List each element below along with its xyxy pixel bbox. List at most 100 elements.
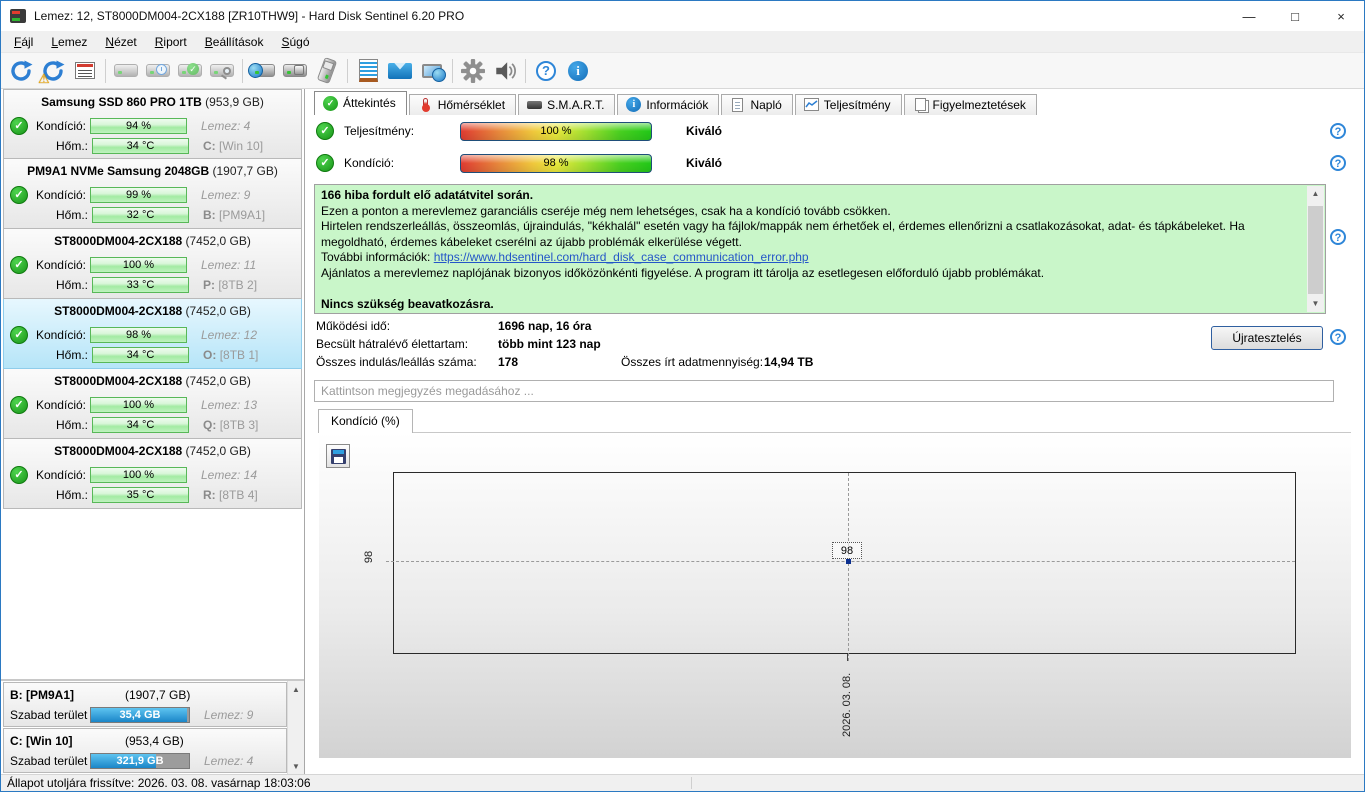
settings-button[interactable] [457, 56, 489, 86]
help-icon[interactable] [1330, 123, 1346, 139]
disk-number: Lemez: 4 [201, 119, 251, 133]
menu-file[interactable]: Fájl [5, 33, 42, 51]
temperature-label: Hőm.: [55, 139, 88, 153]
disk-entry-st8000-12-selected[interactable]: ST8000DM004-2CX188 (7452,0 GB) Kondíció:… [3, 299, 302, 369]
menu-disk[interactable]: Lemez [42, 33, 96, 51]
lifetime-value: több mint 123 nap [498, 337, 601, 351]
minimize-button[interactable]: — [1226, 1, 1272, 31]
menu-bar: Fájl Lemez Nézet Riport Beállítások Súgó [1, 31, 1364, 53]
menu-report[interactable]: Riport [146, 33, 196, 51]
tab-temperature[interactable]: Hőmérséklet [408, 94, 517, 115]
disk-name: ST8000DM004-2CX188 [54, 444, 183, 458]
power-on-time-value: 1696 nap, 16 óra [498, 319, 592, 333]
tab-alerts[interactable]: Figyelmeztetések [903, 94, 1037, 115]
maximize-button[interactable]: □ [1272, 1, 1318, 31]
condition-label: Kondíció: [35, 328, 86, 342]
disk-tools-button[interactable] [279, 56, 311, 86]
status-bar: Állapot utoljára frissítve: 2026. 03. 08… [1, 774, 1364, 791]
disk-accept-button[interactable] [174, 56, 206, 86]
mail-button[interactable] [384, 56, 416, 86]
scroll-up-icon[interactable]: ▲ [288, 681, 304, 697]
disk-schedule-button[interactable] [142, 56, 174, 86]
help-icon[interactable] [1330, 229, 1346, 245]
refresh-button[interactable] [5, 56, 37, 86]
info-icon [568, 60, 588, 81]
message-line: Nincs szükség beavatkozásra. [321, 296, 494, 311]
disk-entry-samsung-ssd[interactable]: Samsung SSD 860 PRO 1TB (953,9 GB) Kondí… [3, 89, 302, 159]
condition-rating: Kiváló [686, 156, 723, 170]
status-ok-icon [10, 256, 28, 274]
info-button[interactable] [562, 56, 594, 86]
comment-input[interactable] [314, 380, 1334, 402]
help-icon[interactable] [1330, 329, 1346, 345]
disk-entry-st8000-13[interactable]: ST8000DM004-2CX188 (7452,0 GB) Kondíció:… [3, 369, 302, 439]
report-window-button[interactable] [69, 56, 101, 86]
help-icon[interactable] [1330, 155, 1346, 171]
plug-icon [322, 60, 335, 72]
partition-scrollbar[interactable]: ▲ ▼ [287, 681, 304, 774]
disk-eject-button[interactable] [311, 56, 343, 86]
temperature-bar: 33 °C [92, 277, 189, 293]
performance-rating: Kiváló [686, 124, 723, 138]
refresh-warning-button[interactable]: ⚠ [37, 56, 69, 86]
tab-smart[interactable]: S.M.A.R.T. [518, 94, 616, 115]
menu-view[interactable]: Nézet [96, 33, 145, 51]
drive-volume: R: [8TB 4] [203, 488, 258, 502]
save-chart-button[interactable] [326, 444, 350, 468]
disk-web-button[interactable] [247, 56, 279, 86]
disk-tools-icon [283, 64, 307, 77]
thermometer-icon [421, 98, 430, 112]
message-scrollbar[interactable]: ▲ ▼ [1307, 186, 1324, 312]
check-icon [187, 63, 199, 75]
tab-performance[interactable]: Teljesítmény [794, 94, 902, 115]
disk-search-button[interactable] [206, 56, 238, 86]
partition-drive: B: [PM9A1] [10, 688, 75, 702]
total-written-row: Összes írt adatmennyiség: 14,94 TB [621, 355, 814, 369]
scroll-down-icon[interactable]: ▼ [288, 758, 304, 774]
message-line: További információk: https://www.hdsenti… [321, 250, 809, 264]
scroll-up-icon[interactable]: ▲ [1307, 186, 1324, 202]
disk-entry-st8000-11[interactable]: ST8000DM004-2CX188 (7452,0 GB) Kondíció:… [3, 229, 302, 299]
network-button[interactable] [416, 56, 448, 86]
status-ok-icon [10, 326, 28, 344]
disk-offline-button[interactable] [110, 56, 142, 86]
scroll-down-icon[interactable]: ▼ [1307, 296, 1324, 312]
history-tab-condition[interactable]: Kondíció (%) [318, 409, 413, 433]
drive-volume: O: [8TB 1] [203, 348, 259, 362]
tab-log[interactable]: Napló [721, 94, 793, 115]
document-icon [732, 97, 744, 112]
help-button[interactable] [530, 56, 562, 86]
partition-entry-b[interactable]: B: [PM9A1] (1907,7 GB) Szabad terület 35,4… [3, 682, 287, 727]
sound-button[interactable] [489, 56, 521, 86]
tab-information[interactable]: Információk [617, 94, 720, 115]
temperature-label: Hőm.: [55, 488, 88, 502]
free-space-bar: 35,4 GB [90, 707, 190, 723]
message-line: 166 hiba fordult elő adatátvitel során. [321, 188, 534, 202]
disk-offline-icon [114, 64, 138, 77]
tab-overview[interactable]: Áttekintés [314, 91, 407, 115]
scrollbar-thumb[interactable] [1308, 206, 1323, 294]
lifetime-row: Becsült hátralévő élettartam: több mint … [316, 337, 601, 351]
notes-button[interactable] [352, 56, 384, 86]
drive-volume: P: [8TB 2] [203, 278, 258, 292]
disk-size: (1907,7 GB) [212, 164, 278, 178]
hdsentinel-link[interactable]: https://www.hdsentinel.com/hard_disk_cas… [434, 250, 809, 264]
partition-entry-c[interactable]: C: [Win 10] (953,4 GB) Szabad terület 321,… [3, 728, 287, 773]
condition-bar: 100 % [90, 257, 187, 273]
status-ok-icon [10, 117, 28, 135]
data-point[interactable] [846, 559, 851, 564]
menu-settings[interactable]: Beállítások [196, 33, 273, 51]
partition-drive: C: [Win 10] [10, 734, 73, 748]
disk-number: Lemez: 9 [204, 708, 254, 722]
menu-help[interactable]: Súgó [272, 33, 318, 51]
disk-entry-pm9a1[interactable]: PM9A1 NVMe Samsung 2048GB (1907,7 GB) Ko… [3, 159, 302, 229]
disk-schedule-icon [146, 64, 170, 77]
message-line: Hirtelen rendszerleállás, összeomlás, új… [321, 219, 1245, 249]
status-message-box: 166 hiba fordult elő adatátvitel során. … [314, 184, 1326, 314]
retest-button[interactable]: Újratesztelés [1211, 326, 1323, 350]
disk-entry-st8000-14[interactable]: ST8000DM004-2CX188 (7452,0 GB) Kondíció:… [3, 439, 302, 509]
report-window-icon [75, 62, 95, 79]
status-ok-icon [10, 186, 28, 204]
close-button[interactable]: × [1318, 1, 1364, 31]
status-ok-icon [316, 122, 334, 140]
